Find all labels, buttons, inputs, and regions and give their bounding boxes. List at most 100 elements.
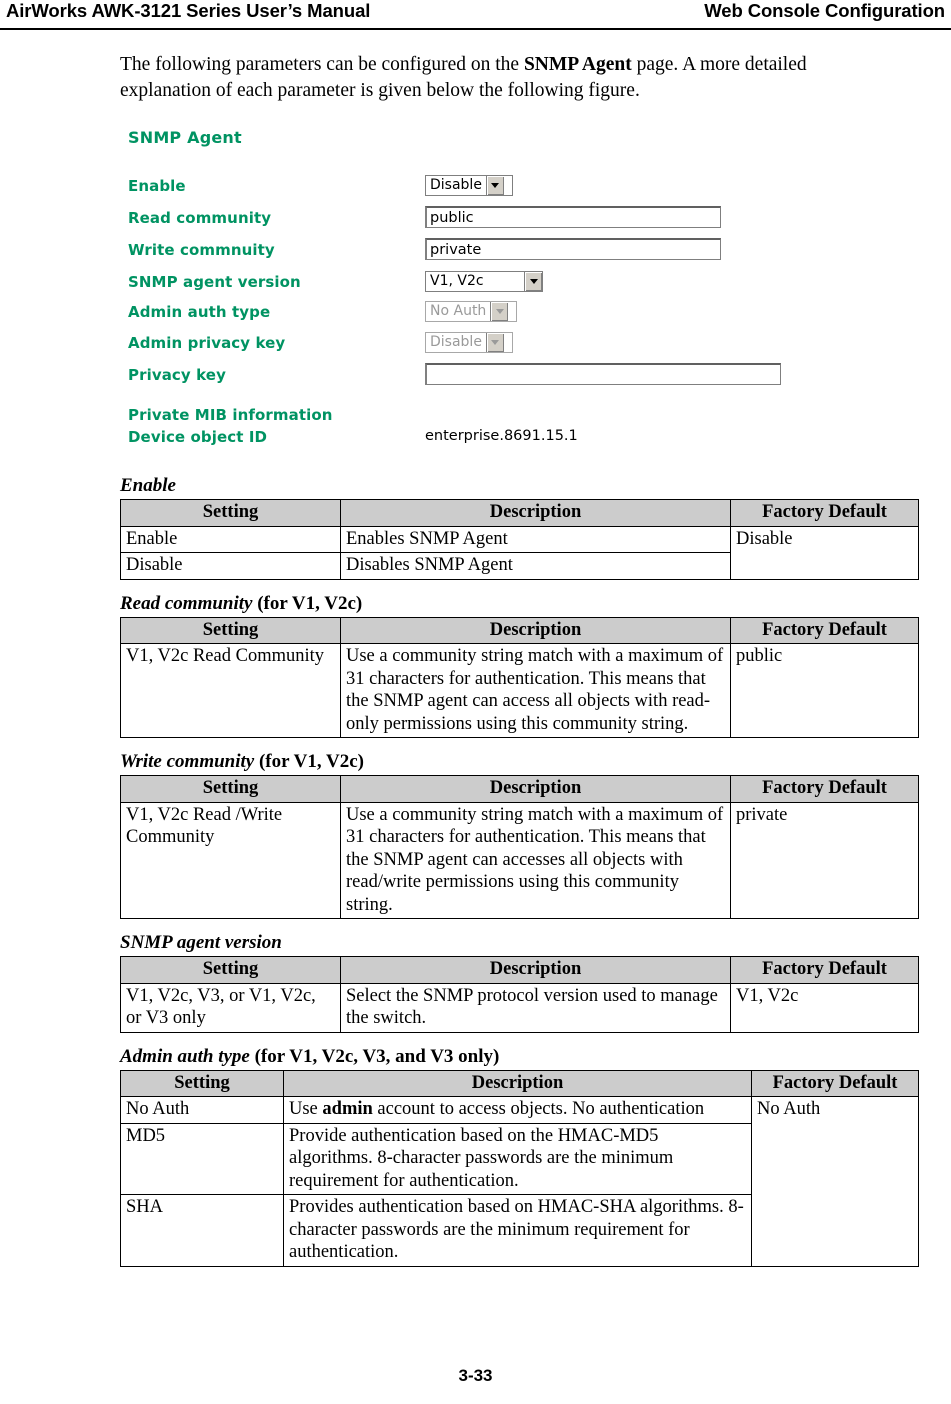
- enable-select-wrap: Disable: [425, 174, 513, 196]
- admin-privacy-key-select-wrap: Disable: [425, 331, 513, 353]
- write-community-input-wrap: private: [425, 238, 721, 260]
- column-header-description: Description: [340, 775, 731, 803]
- table-header-row: Setting Description Factory Default: [120, 775, 919, 803]
- section-title-italic: Read community: [120, 592, 253, 614]
- section-title-enable: Enable: [120, 475, 920, 497]
- column-header-setting: Setting: [120, 956, 341, 984]
- table-row: Enable Enables SNMP Agent Disable: [120, 525, 919, 580]
- section-write-community: Write community (for V1, V2c) Setting De…: [120, 751, 920, 919]
- column-header-description: Description: [340, 499, 731, 527]
- section-title-plain: (for V1, V2c): [252, 592, 363, 614]
- column-header-description: Description: [340, 616, 731, 644]
- table-row: No Auth Use admin account to access obje…: [120, 1096, 919, 1267]
- cell-factory-default: No Auth: [751, 1096, 919, 1267]
- cell-description-pre: Use: [289, 1099, 323, 1119]
- section-title-italic: Enable: [120, 475, 176, 496]
- admin-privacy-key-select-value: Disable: [430, 334, 482, 350]
- column-header-setting: Setting: [120, 1069, 284, 1097]
- intro-paragraph: The following parameters can be configur…: [120, 52, 880, 104]
- cell-description: Disables SNMP Agent: [340, 552, 731, 580]
- page-footer: 3-33: [0, 1366, 951, 1386]
- field-label-admin-privacy-key: Admin privacy key: [128, 334, 286, 352]
- table-row: V1, V2c Read Community Use a community s…: [120, 643, 919, 738]
- section-title-admin-auth-type: Admin auth type (for V1, V2c, V3, and V3…: [120, 1046, 920, 1068]
- snmp-agent-version-select-wrap: V1, V2c: [425, 270, 543, 292]
- column-header-setting: Setting: [120, 616, 341, 644]
- figure-row-admin-privacy-key: Admin privacy key Disable: [128, 331, 828, 357]
- section-title-italic: Write community: [120, 751, 255, 772]
- write-community-input[interactable]: private: [425, 238, 721, 260]
- column-header-factory-default: Factory Default: [751, 1069, 919, 1097]
- cell-description: Provide authentication based on the HMAC…: [283, 1122, 752, 1195]
- chevron-down-icon: [485, 332, 504, 352]
- table-header-row: Setting Description Factory Default: [120, 616, 919, 644]
- chevron-down-icon: [524, 271, 542, 291]
- admin-auth-type-select[interactable]: No Auth: [425, 300, 517, 322]
- page-running-header: AirWorks AWK-3121 Series User’s Manual W…: [0, 0, 951, 30]
- field-label-enable: Enable: [128, 177, 186, 195]
- figure-row-write-community: Write commnuity private: [128, 238, 828, 264]
- enable-select-value: Disable: [430, 177, 482, 193]
- param-table-snmp-agent-version: Setting Description Factory Default V1, …: [120, 956, 919, 1033]
- cell-setting: No Auth: [120, 1096, 284, 1124]
- column-header-description: Description: [283, 1069, 752, 1097]
- field-label-device-object-id: Device object ID: [128, 428, 268, 446]
- intro-text-before: The following parameters can be configur…: [120, 54, 524, 75]
- field-label-privacy-key: Privacy key: [128, 366, 226, 384]
- page-content: The following parameters can be configur…: [120, 52, 920, 1267]
- device-object-id-value: enterprise.8691.15.1: [425, 428, 578, 444]
- field-label-write-community: Write commnuity: [128, 241, 275, 259]
- cell-setting: Enable: [120, 525, 341, 553]
- enable-select[interactable]: Disable: [425, 174, 513, 196]
- admin-auth-type-select-wrap: No Auth: [425, 300, 517, 322]
- chapter-title: Web Console Configuration: [704, 0, 945, 21]
- figure-row-device-object-id: Device object ID enterprise.8691.15.1: [128, 425, 828, 451]
- cell-setting: SHA: [120, 1194, 284, 1267]
- chevron-down-icon: [485, 175, 504, 195]
- snmp-agent-version-select[interactable]: V1, V2c: [425, 270, 543, 292]
- table-header-row: Setting Description Factory Default: [120, 1069, 919, 1097]
- param-table-admin-auth-type: Setting Description Factory Default No A…: [120, 1069, 919, 1267]
- column-header-factory-default: Factory Default: [730, 956, 919, 984]
- cell-description: Enables SNMP Agent: [340, 525, 731, 553]
- intro-bold-term: SNMP Agent: [523, 54, 632, 75]
- privacy-key-input-wrap: [425, 363, 781, 385]
- section-title-plain: (for V1, V2c): [254, 751, 364, 772]
- table-header-row: Setting Description Factory Default: [120, 956, 919, 984]
- admin-auth-type-select-value: No Auth: [430, 303, 487, 319]
- param-table-enable: Setting Description Factory Default Enab…: [120, 499, 919, 580]
- section-snmp-agent-version: SNMP agent version Setting Description F…: [120, 932, 920, 1033]
- section-title-italic: SNMP agent version: [120, 932, 282, 953]
- read-community-input-wrap: public: [425, 206, 721, 228]
- snmp-agent-figure: SNMP Agent Enable Disable Read community…: [120, 122, 840, 462]
- cell-setting: V1, V2c, V3, or V1, V2c, or V3 only: [120, 982, 341, 1033]
- section-enable: Enable Setting Description Factory Defau…: [120, 475, 920, 580]
- page-number: 3-33: [458, 1366, 493, 1385]
- field-label-read-community: Read community: [128, 209, 272, 227]
- snmp-agent-version-select-value: V1, V2c: [430, 273, 484, 289]
- section-read-community: Read community (for V1, V2c) Setting Des…: [120, 592, 920, 738]
- read-community-input[interactable]: public: [425, 206, 721, 228]
- section-title-write-community: Write community (for V1, V2c): [120, 751, 920, 773]
- cell-description-bold: admin: [322, 1099, 373, 1119]
- cell-description: Use a community string match with a maxi…: [340, 643, 731, 738]
- param-table-read-community: Setting Description Factory Default V1, …: [120, 616, 919, 738]
- table-row: V1, V2c Read /Write Community Use a comm…: [120, 801, 919, 919]
- table-row: V1, V2c, V3, or V1, V2c, or V3 only Sele…: [120, 982, 919, 1033]
- cell-description: Provides authentication based on HMAC-SH…: [283, 1194, 752, 1267]
- figure-heading: SNMP Agent: [128, 128, 242, 147]
- cell-setting: MD5: [120, 1122, 284, 1195]
- cell-description-post: account to access objects. No authentica…: [372, 1099, 705, 1119]
- chevron-down-icon: [490, 301, 509, 321]
- field-label-snmp-agent-version: SNMP agent version: [128, 273, 301, 291]
- privacy-key-input[interactable]: [425, 363, 781, 385]
- admin-privacy-key-select[interactable]: Disable: [425, 331, 513, 353]
- column-header-factory-default: Factory Default: [730, 616, 919, 644]
- cell-description: Use a community string match with a maxi…: [340, 801, 731, 919]
- figure-row-enable: Enable Disable: [128, 174, 828, 200]
- cell-factory-default: Disable: [730, 525, 919, 580]
- table-header-row: Setting Description Factory Default: [120, 499, 919, 527]
- cell-setting: V1, V2c Read /Write Community: [120, 801, 341, 919]
- column-header-setting: Setting: [120, 775, 341, 803]
- field-label-admin-auth-type: Admin auth type: [128, 303, 271, 321]
